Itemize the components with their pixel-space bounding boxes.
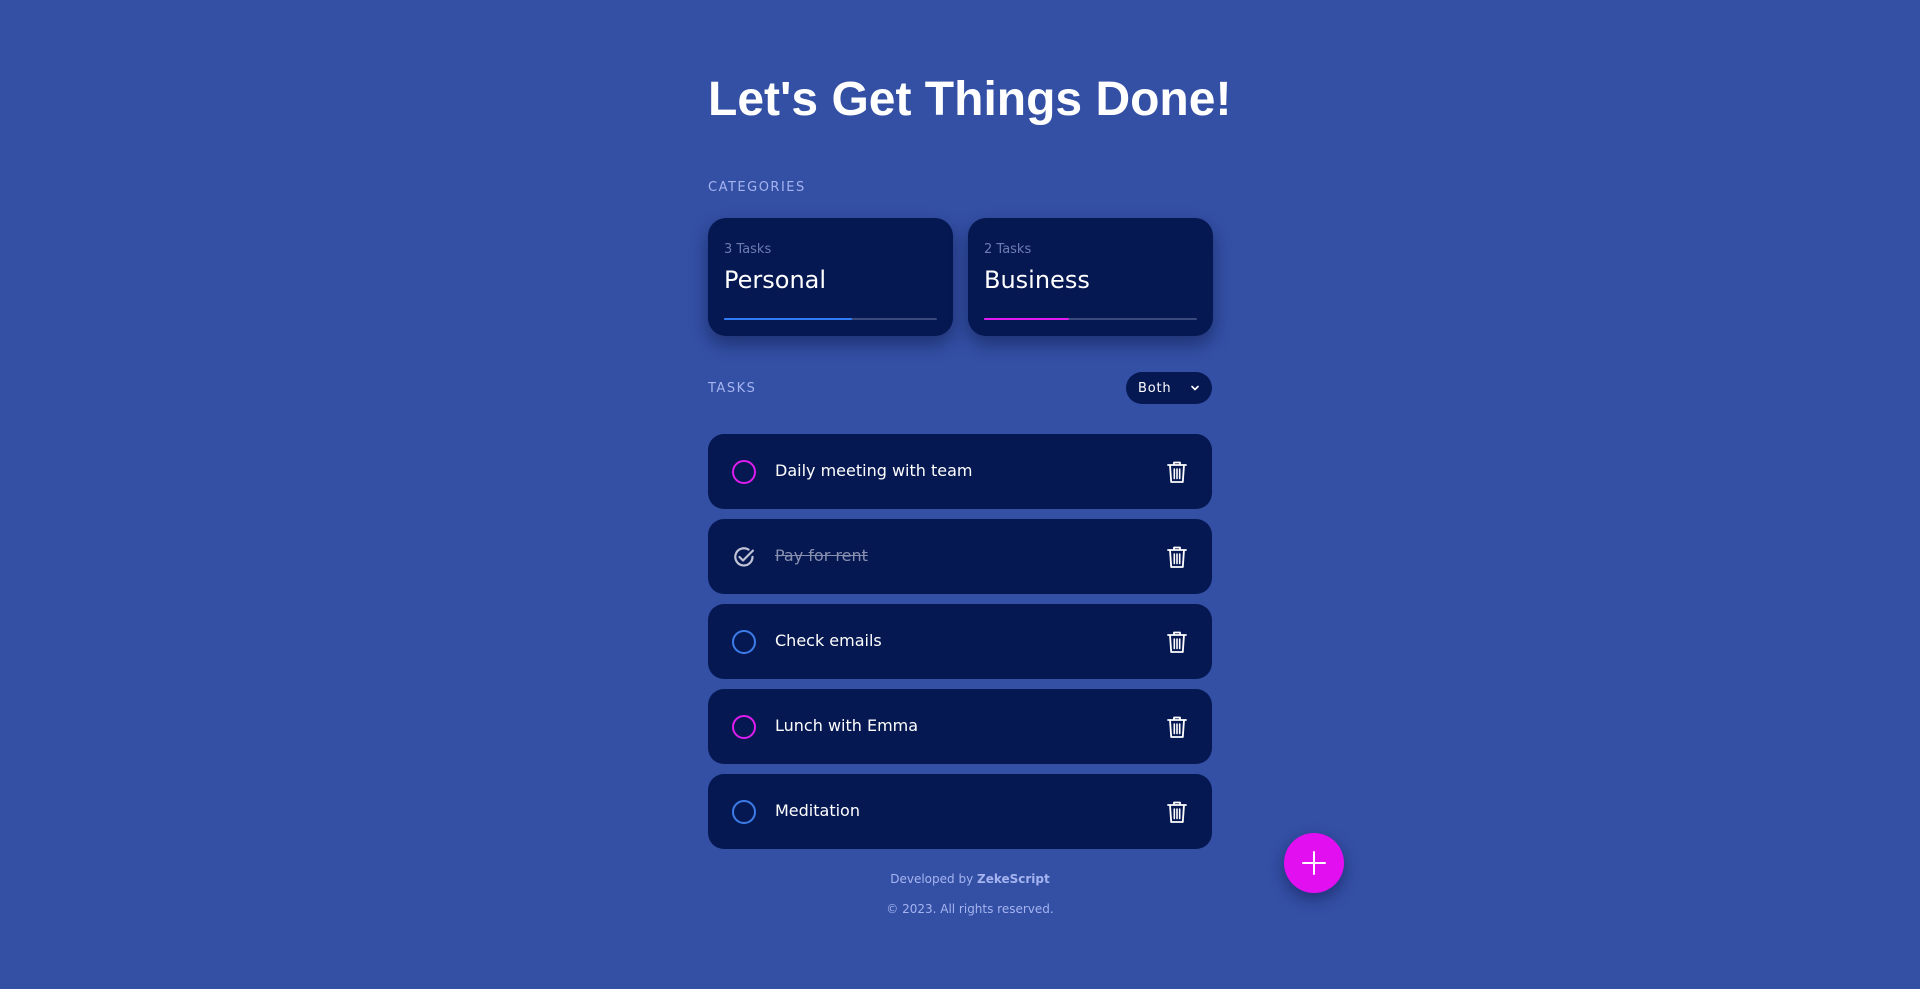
category-progress-fill — [724, 318, 852, 320]
task-text[interactable]: Check emails — [775, 631, 882, 650]
footer-copyright: © 2023. All rights reserved. — [886, 902, 1054, 916]
tasks-heading: TASKS — [708, 381, 757, 396]
category-card-business[interactable]: 2 Tasks Business — [968, 218, 1213, 336]
task-checkbox[interactable] — [732, 800, 756, 824]
page-title: Let's Get Things Done! — [708, 73, 1232, 126]
task-item: Daily meeting with team — [708, 434, 1212, 509]
task-text[interactable]: Meditation — [775, 801, 860, 820]
chevron-down-icon — [1191, 385, 1199, 391]
filter-selected-value: Both — [1138, 380, 1172, 396]
category-progress-bar — [984, 318, 1197, 320]
task-checkbox[interactable] — [732, 715, 756, 739]
task-checkbox[interactable] — [732, 460, 756, 484]
category-name: Business — [984, 266, 1090, 294]
trash-icon[interactable] — [1166, 800, 1188, 824]
task-filter-select[interactable]: Both — [1126, 372, 1212, 404]
trash-icon[interactable] — [1166, 630, 1188, 654]
task-item: Pay for rent — [708, 519, 1212, 594]
task-item: Check emails — [708, 604, 1212, 679]
category-progress-fill — [984, 318, 1070, 320]
task-text[interactable]: Daily meeting with team — [775, 461, 972, 480]
task-text[interactable]: Pay for rent — [775, 546, 868, 565]
trash-icon[interactable] — [1166, 715, 1188, 739]
task-list: Daily meeting with team Pay for rent Che… — [708, 434, 1212, 859]
task-item: Lunch with Emma — [708, 689, 1212, 764]
developer-name: ZekeScript — [977, 872, 1050, 886]
task-item: Meditation — [708, 774, 1212, 849]
category-card-personal[interactable]: 3 Tasks Personal — [708, 218, 953, 336]
trash-icon[interactable] — [1166, 545, 1188, 569]
category-progress-bar — [724, 318, 937, 320]
category-name: Personal — [724, 266, 827, 294]
categories-heading: CATEGORIES — [708, 180, 806, 195]
category-task-count: 3 Tasks — [724, 242, 772, 257]
task-text[interactable]: Lunch with Emma — [775, 716, 918, 735]
footer-credit-prefix: Developed by — [890, 872, 974, 886]
category-task-count: 2 Tasks — [984, 242, 1032, 257]
trash-icon[interactable] — [1166, 460, 1188, 484]
footer-credit: Developed by ZekeScript — [0, 872, 1920, 886]
check-circle-icon[interactable] — [732, 545, 756, 569]
task-checkbox[interactable] — [732, 630, 756, 654]
